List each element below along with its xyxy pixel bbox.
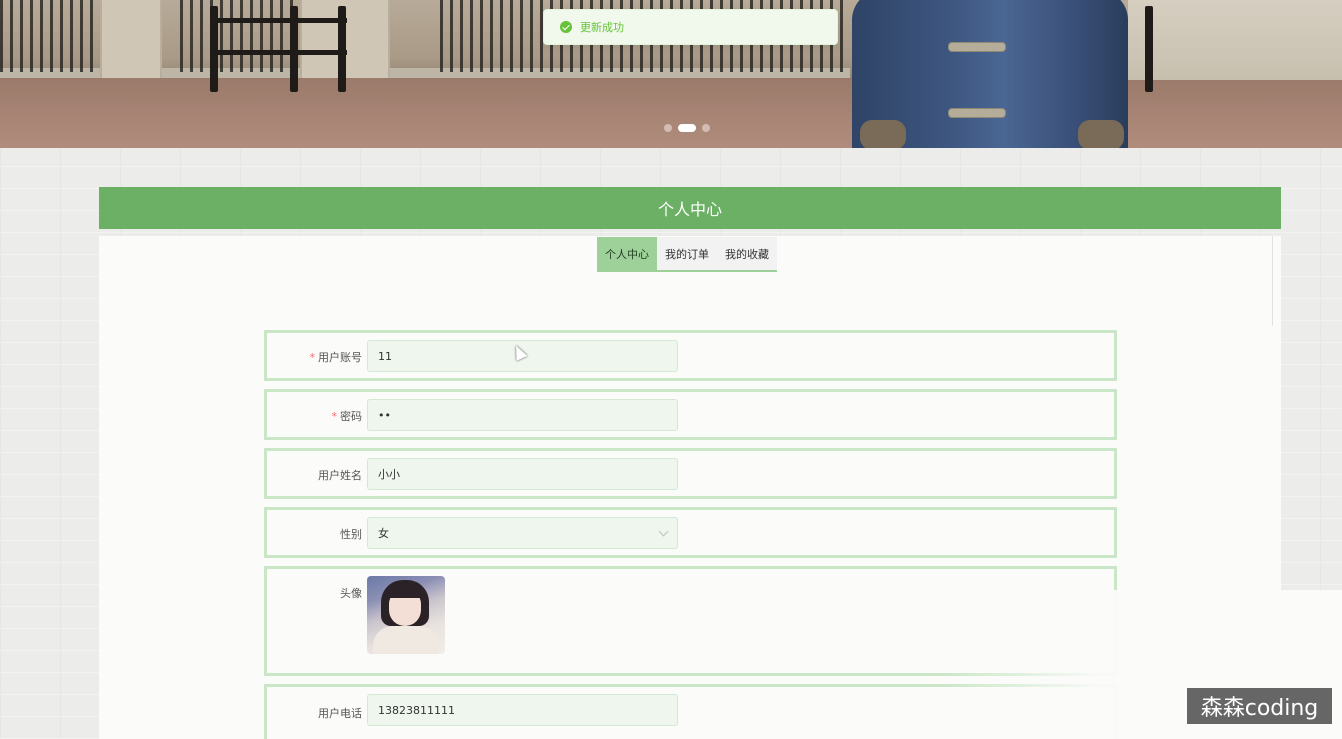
- name-field[interactable]: 小小: [367, 458, 678, 490]
- scrollbar-track: [1272, 236, 1273, 326]
- carousel-dot-active[interactable]: [678, 124, 696, 132]
- gender-select-value: 女: [378, 527, 389, 540]
- banner-building: [1128, 0, 1342, 80]
- required-asterisk: *: [331, 410, 338, 423]
- banner-hand: [1078, 120, 1124, 148]
- check-circle-icon: [560, 21, 572, 33]
- banner-ground: [0, 78, 1342, 148]
- form-row-name: 用户姓名 小小: [264, 448, 1117, 499]
- banner-rail: [212, 50, 347, 55]
- banner-pillar: [100, 0, 162, 80]
- banner-fence: [0, 0, 100, 72]
- avatar-body: [373, 626, 439, 654]
- success-toast: 更新成功: [543, 9, 838, 45]
- banner-hand: [860, 120, 906, 148]
- tab-my-orders[interactable]: 我的订单: [657, 237, 717, 270]
- banner-rail: [212, 18, 347, 23]
- avatar-label: 头像: [340, 587, 362, 600]
- gender-label: 性别: [340, 528, 362, 541]
- tab-my-favorites[interactable]: 我的收藏: [717, 237, 777, 270]
- form-row-gender: 性别 女: [264, 507, 1117, 558]
- chevron-down-icon: [658, 526, 669, 537]
- gender-select[interactable]: 女: [367, 517, 678, 549]
- page-title: 个人中心: [657, 200, 722, 219]
- banner-coat-toggle: [948, 108, 1006, 118]
- banner-fence: [180, 0, 300, 72]
- password-label-text: 密码: [340, 410, 362, 423]
- password-field[interactable]: ••: [367, 399, 678, 431]
- avatar-image[interactable]: [367, 576, 445, 654]
- form-row-username: * 用户账号 11: [264, 330, 1117, 381]
- tab-personal-center[interactable]: 个人中心: [597, 237, 657, 270]
- username-label-text: 用户账号: [318, 351, 362, 364]
- watermark: 森森coding: [1187, 688, 1332, 724]
- phone-field[interactable]: 13823811111: [367, 694, 678, 726]
- carousel-dot[interactable]: [702, 124, 710, 132]
- password-label: * 密码: [267, 408, 363, 424]
- required-asterisk: *: [309, 351, 316, 364]
- banner-post: [1145, 6, 1153, 92]
- toast-message: 更新成功: [580, 21, 624, 34]
- profile-tabs: 个人中心 我的订单 我的收藏: [597, 237, 777, 272]
- username-label: * 用户账号: [267, 349, 363, 365]
- section-header: 个人中心: [99, 187, 1281, 229]
- carousel-dot[interactable]: [664, 124, 672, 132]
- carousel-indicators: [664, 124, 710, 132]
- avatar-bangs: [387, 586, 423, 598]
- phone-label: 用户电话: [318, 707, 362, 720]
- form-row-password: * 密码 ••: [264, 389, 1117, 440]
- banner-coat-toggle: [948, 42, 1006, 52]
- name-label: 用户姓名: [318, 469, 362, 482]
